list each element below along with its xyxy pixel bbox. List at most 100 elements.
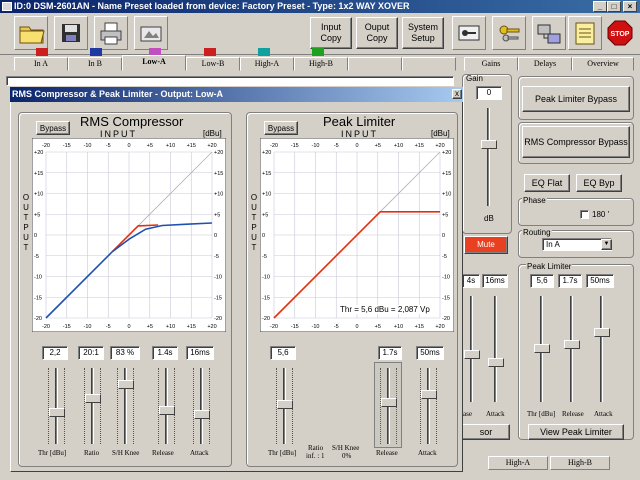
- rms-knee-value[interactable]: 83 %: [110, 346, 140, 360]
- tab-low-b[interactable]: Low-B: [186, 57, 240, 71]
- tab-gains[interactable]: Gains: [464, 57, 518, 71]
- pl-dialog-attack-value[interactable]: 50ms: [416, 346, 444, 360]
- partial-compressor-button[interactable]: sor: [462, 424, 510, 440]
- rms-release-value[interactable]: 1.4s: [152, 346, 178, 360]
- rms-threshold-value[interactable]: 2,2: [42, 346, 68, 360]
- keys-icon: [499, 25, 520, 42]
- partial-attack-label: Attack: [486, 410, 505, 418]
- pl-dialog-release-value[interactable]: 1.7s: [378, 346, 402, 360]
- y-tick-label-right: -20: [442, 316, 450, 322]
- pl-threshold-label: Thr [dBu]: [527, 410, 556, 418]
- keys-button[interactable]: [492, 16, 526, 50]
- y-tick-label-left: 0: [34, 233, 37, 239]
- peak-limiter-bypass-button[interactable]: Peak Limiter Bypass: [522, 86, 630, 112]
- pl-dialog-knee-sub: 0%: [342, 452, 352, 460]
- y-tick-label-left: +5: [262, 212, 268, 218]
- tab-delays[interactable]: Delays: [518, 57, 572, 71]
- x-tick-label-bottom: +10: [394, 324, 403, 330]
- x-tick-label-bottom: -15: [63, 324, 71, 330]
- x-tick-label-top: +15: [187, 143, 196, 149]
- output-copy-button[interactable]: Ouput Copy: [356, 17, 398, 49]
- print-button[interactable]: [94, 16, 128, 50]
- tab-empty[interactable]: [348, 57, 402, 71]
- gain-value[interactable]: 0: [476, 86, 502, 100]
- pl-release-knob[interactable]: [564, 340, 580, 349]
- svg-text:STOP: STOP: [611, 31, 630, 38]
- rms-ratio-knob[interactable]: [85, 394, 101, 403]
- y-tick-label-right: +5: [442, 212, 448, 218]
- phase-180-checkbox[interactable]: [580, 210, 589, 219]
- input-copy-button[interactable]: Input Copy: [310, 17, 352, 49]
- rms-attack-value[interactable]: 16ms: [186, 346, 214, 360]
- pl-threshold-value[interactable]: 5,6: [530, 274, 554, 288]
- eq-bypass-button[interactable]: EQ Byp: [576, 174, 622, 192]
- tab-in-b[interactable]: In B: [68, 57, 122, 71]
- pl-threshold-knob[interactable]: [534, 344, 550, 353]
- stop-button[interactable]: STOP: [604, 16, 636, 50]
- pl-dialog-threshold-value[interactable]: 5,6: [270, 346, 296, 360]
- notes-button[interactable]: [568, 16, 602, 50]
- rms-bypass-button[interactable]: Bypass: [36, 121, 70, 135]
- gain-fader-knob[interactable]: [481, 140, 497, 149]
- y-tick-label-right: -5: [214, 254, 219, 260]
- pl-release-value[interactable]: 1.7s: [558, 274, 582, 288]
- rms-attack-knob[interactable]: [194, 410, 210, 419]
- pl-bypass-button[interactable]: Bypass: [264, 121, 298, 135]
- partial-attack-knob[interactable]: [488, 358, 504, 367]
- network-icon: [537, 24, 561, 44]
- tab-color-marker: [312, 48, 324, 56]
- y-tick-label-right: -20: [214, 316, 222, 322]
- tab-overview[interactable]: Overview: [572, 57, 634, 71]
- tab-low-a[interactable]: Low-A: [122, 55, 186, 71]
- y-tick-label-right: +20: [442, 150, 451, 156]
- y-tick-label-left: -10: [34, 275, 42, 281]
- dialog-close-button[interactable]: x: [452, 89, 462, 99]
- mute-button[interactable]: Mute: [464, 236, 508, 254]
- network-button[interactable]: [532, 16, 566, 50]
- pl-dialog-threshold-knob[interactable]: [277, 400, 293, 409]
- tab-high-a[interactable]: High-A: [240, 57, 294, 71]
- gain-label: Gain: [466, 74, 483, 83]
- bottom-tab-high-b[interactable]: High-B: [550, 456, 610, 470]
- x-tick-label-bottom: +15: [415, 324, 424, 330]
- x-tick-label-top: -20: [270, 143, 278, 149]
- maximize-button[interactable]: □: [607, 1, 621, 12]
- x-tick-label-top: -5: [334, 143, 339, 149]
- rms-threshold-knob[interactable]: [49, 408, 65, 417]
- y-tick-label-right: -10: [442, 275, 450, 281]
- key-button[interactable]: [452, 16, 486, 50]
- eq-flat-button[interactable]: EQ Flat: [524, 174, 570, 192]
- y-tick-label-right: 0: [442, 233, 445, 239]
- rms-release-knob[interactable]: [159, 406, 175, 415]
- tab-empty[interactable]: [402, 57, 456, 71]
- system-setup-button[interactable]: System Setup: [402, 17, 444, 49]
- open-folder-button[interactable]: [14, 16, 48, 50]
- y-tick-label-left: -5: [262, 254, 267, 260]
- rms-compressor-bypass-button[interactable]: RMS Compressor Bypass: [522, 126, 630, 158]
- close-button[interactable]: ×: [623, 1, 637, 12]
- folder-icon: [19, 26, 45, 44]
- tab-high-b[interactable]: High-B: [294, 57, 348, 71]
- scroll-strip: [6, 76, 454, 86]
- pl-dialog-attack-knob[interactable]: [421, 390, 437, 399]
- rms-title: RMS Compressor: [80, 114, 184, 129]
- x-tick-label-top: +5: [147, 143, 153, 149]
- device-button[interactable]: [134, 16, 168, 50]
- pl-dialog-release-knob[interactable]: [381, 398, 397, 407]
- pl-dialog-ratio-sub: inf. : 1: [306, 452, 325, 460]
- y-tick-label-right: +20: [214, 150, 223, 156]
- pl-attack-knob[interactable]: [594, 328, 610, 337]
- rms-knee-knob[interactable]: [118, 380, 134, 389]
- bottom-tab-high-a[interactable]: High-A: [488, 456, 548, 470]
- chevron-down-icon[interactable]: ▼: [601, 239, 612, 250]
- minimize-button[interactable]: _: [593, 1, 607, 12]
- save-button[interactable]: [54, 16, 88, 50]
- rms-ratio-value[interactable]: 20:1: [78, 346, 104, 360]
- partial-release-knob[interactable]: [464, 350, 480, 359]
- partial-release-track: [470, 296, 473, 402]
- pl-attack-value[interactable]: 50ms: [586, 274, 614, 288]
- notepad-icon: [575, 22, 595, 45]
- tab-in-a[interactable]: In A: [14, 57, 68, 71]
- rms-release-label: Release: [152, 449, 174, 457]
- view-peak-limiter-button[interactable]: View Peak Limiter: [528, 424, 624, 440]
